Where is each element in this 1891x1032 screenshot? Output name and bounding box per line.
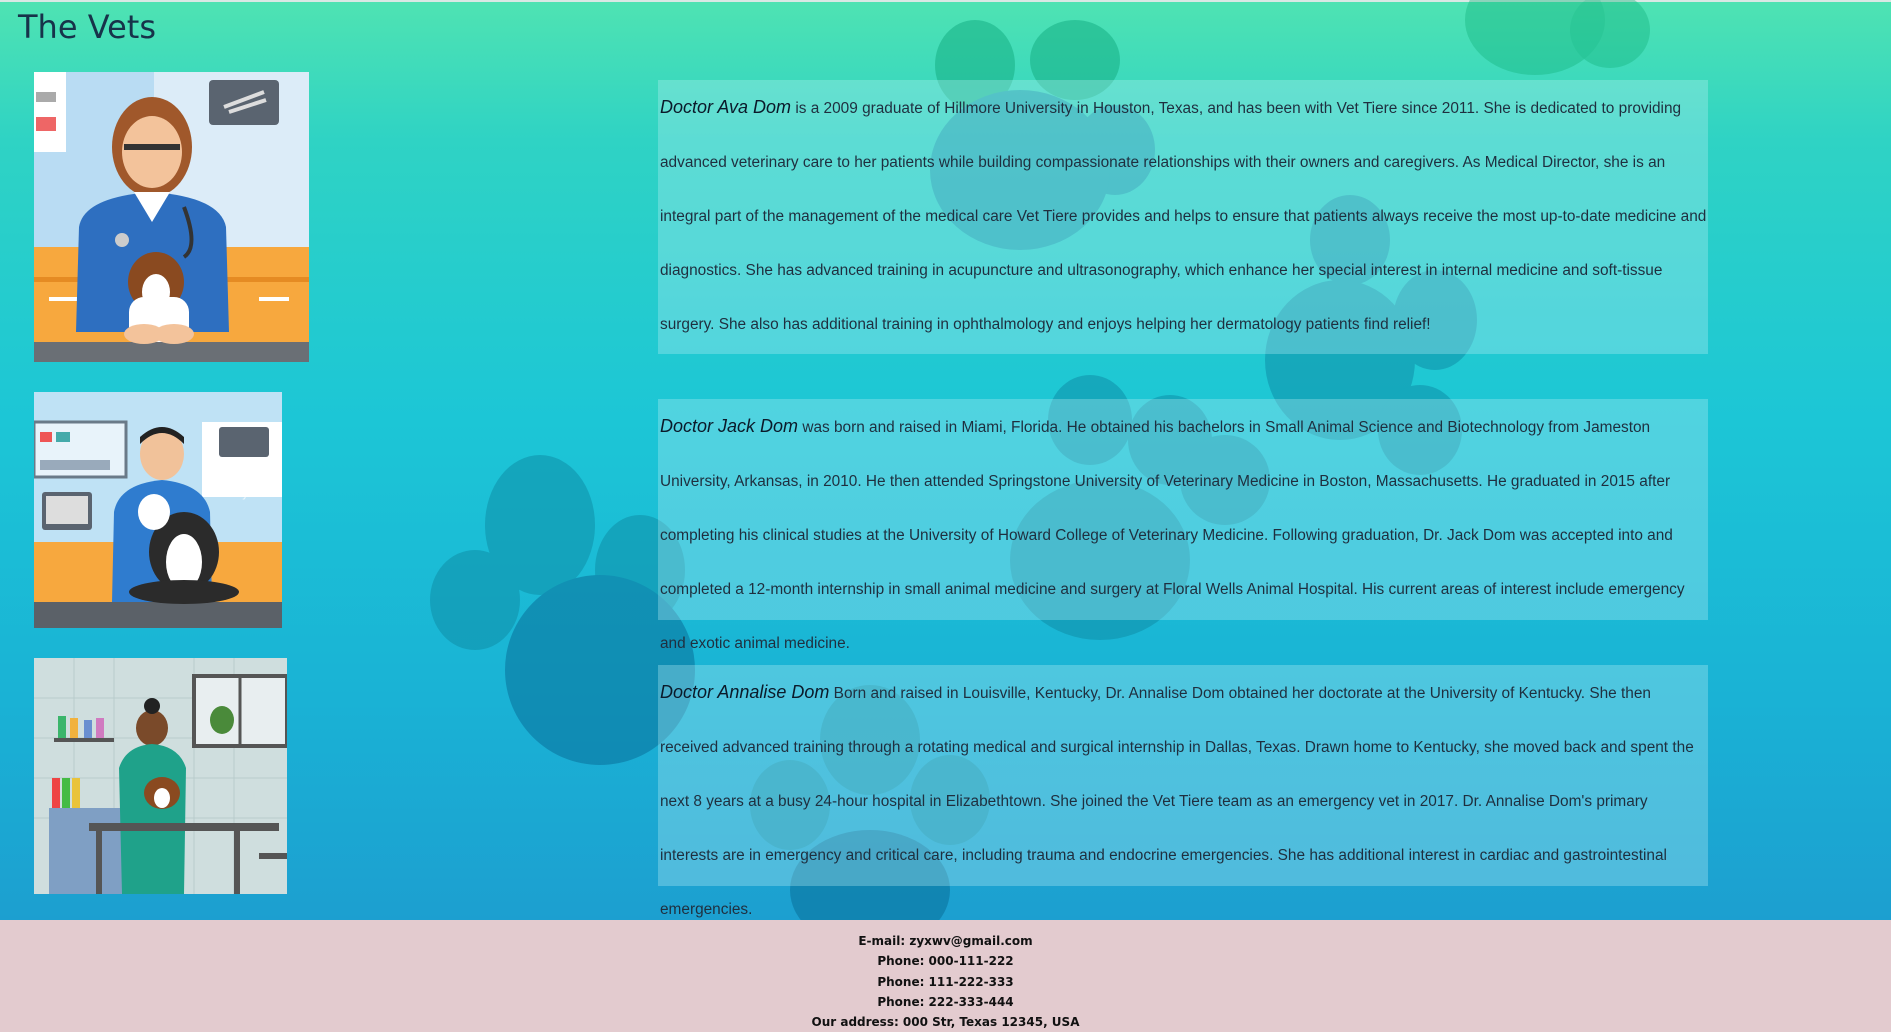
footer-phone-3: Phone: 222-333-444: [877, 994, 1014, 1009]
footer-address: Our address: 000 Str, Texas 12345, USA: [811, 1015, 1080, 1030]
vet-bio-ava: Doctor Ava Dom is a 2009 graduate of Hil…: [660, 80, 1708, 352]
alamy-watermark: alamy: [212, 486, 249, 500]
vet-bio-jack: Doctor Jack Dom was born and raised in M…: [660, 399, 1708, 671]
vet-image-ava: [34, 72, 309, 362]
vet-bio-text-jack: was born and raised in Miami, Florida. H…: [660, 419, 1685, 652]
vet-bio-card-jack: Doctor Jack Dom was born and raised in M…: [658, 399, 1708, 652]
contact-footer: E-mail: zyxwv@gmail.com Phone: 000-111-2…: [0, 920, 1891, 1032]
vet-name-annalise: Doctor Annalise Dom: [660, 682, 830, 702]
vet-bio-text-annalise: Born and raised in Louisville, Kentucky,…: [660, 685, 1694, 918]
top-border: [0, 0, 1891, 2]
vet-name-ava: Doctor Ava Dom: [660, 97, 792, 117]
vet-bio-card-annalise: Doctor Annalise Dom Born and raised in L…: [658, 665, 1708, 918]
vet-name-jack: Doctor Jack Dom: [660, 416, 799, 436]
vet-image-annalise: [34, 658, 287, 894]
male-vet-with-husky-icon: alamy: [34, 392, 282, 628]
vet-bio-text-ava: is a 2009 graduate of Hillmore Universit…: [660, 100, 1707, 333]
footer-email: E-mail: zyxwv@gmail.com: [858, 934, 1033, 948]
footer-phone-1: Phone: 000-111-222: [877, 954, 1014, 969]
footer-phone-2: Phone: 111-222-333: [877, 974, 1014, 989]
female-vet-with-puppy-icon: [34, 658, 287, 894]
vet-image-jack: alamy: [34, 392, 282, 628]
page-title: The Vets: [18, 8, 156, 46]
vet-bio-annalise: Doctor Annalise Dom Born and raised in L…: [660, 665, 1708, 937]
vet-bio-card-ava: Doctor Ava Dom is a 2009 graduate of Hil…: [658, 80, 1708, 354]
female-vet-with-beagle-icon: [34, 72, 309, 362]
